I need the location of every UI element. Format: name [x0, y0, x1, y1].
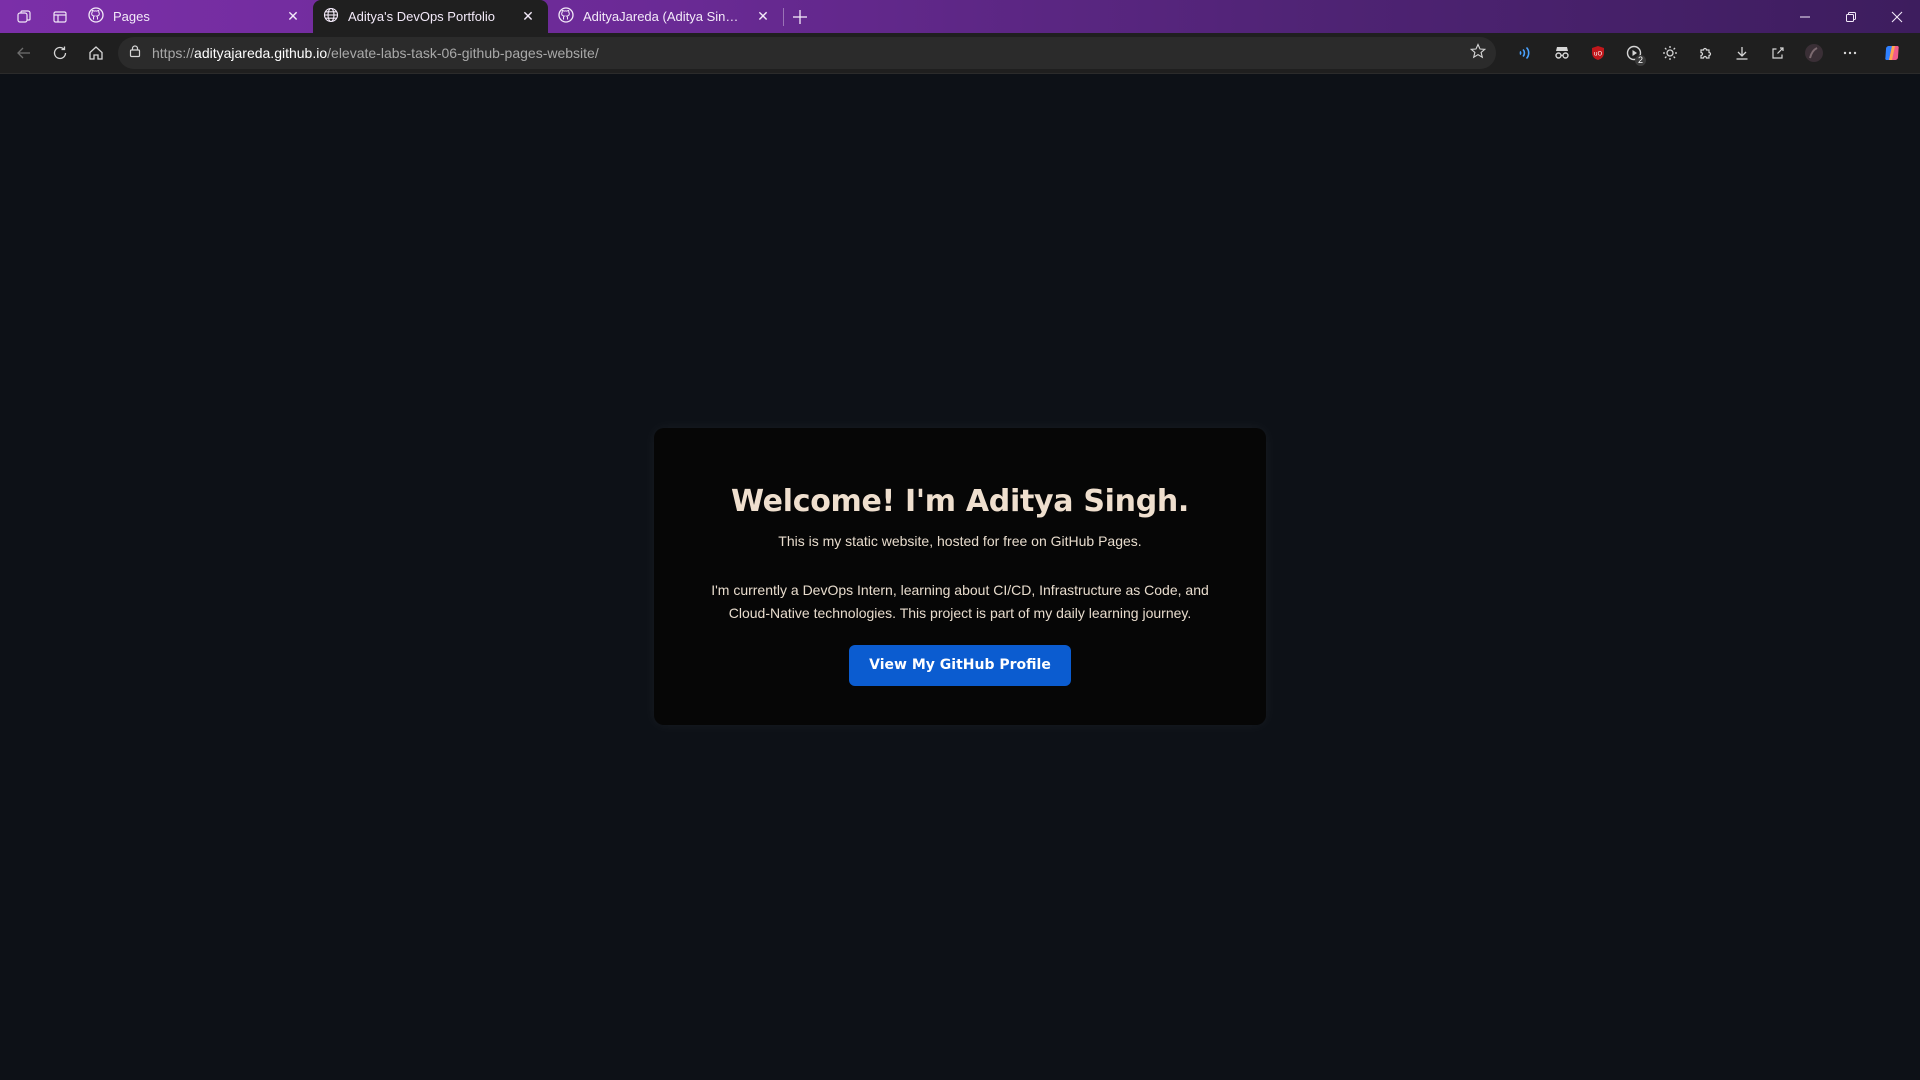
downloads-icon[interactable] [1724, 37, 1760, 69]
github-icon [88, 7, 104, 26]
intro-subtitle: This is my static website, hosted for fr… [778, 533, 1142, 549]
read-aloud-icon[interactable] [1508, 37, 1544, 69]
github-icon [558, 7, 574, 26]
extensions-area: uO 2 [1508, 37, 1910, 69]
page-title: Welcome! I'm Aditya Singh. [730, 484, 1190, 519]
refresh-button[interactable] [42, 37, 78, 69]
favorite-star-icon[interactable] [1469, 42, 1487, 64]
url-path: /elevate-labs-task-06-github-pages-websi… [327, 45, 599, 61]
close-icon[interactable]: ✕ [518, 7, 538, 27]
share-icon[interactable] [1760, 37, 1796, 69]
back-button[interactable] [6, 37, 42, 69]
tab-title: Aditya's DevOps Portfolio [348, 9, 495, 24]
restore-button[interactable] [1828, 0, 1874, 33]
tab-github-profile[interactable]: AdityaJareda (Aditya Singh) ✕ [548, 0, 783, 33]
close-icon[interactable]: ✕ [283, 7, 303, 27]
workspaces-icon[interactable] [6, 0, 42, 33]
tab-pages[interactable]: Pages ✕ [78, 0, 313, 33]
close-window-button[interactable] [1874, 0, 1920, 33]
incognito-extension-icon[interactable] [1544, 37, 1580, 69]
lock-icon[interactable] [128, 44, 142, 63]
intro-card: Welcome! I'm Aditya Singh. This is my st… [654, 428, 1266, 725]
page-viewport: Welcome! I'm Aditya Singh. This is my st… [0, 74, 1920, 1080]
tab-portfolio[interactable]: Aditya's DevOps Portfolio ✕ [313, 0, 548, 33]
media-extension-icon[interactable]: 2 [1616, 37, 1652, 69]
intro-description: I'm currently a DevOps Intern, learning … [711, 582, 1209, 621]
minimize-button[interactable] [1782, 0, 1828, 33]
url-text[interactable]: https://adityajareda.github.io/elevate-l… [152, 45, 1460, 61]
browser-toolbar: https://adityajareda.github.io/elevate-l… [0, 33, 1920, 74]
url-prefix: https:// [152, 45, 195, 61]
svg-text:uO: uO [1594, 51, 1603, 58]
home-button[interactable] [78, 37, 114, 69]
extensions-puzzle-icon[interactable] [1688, 37, 1724, 69]
copilot-icon[interactable] [1874, 37, 1910, 69]
tab-title: Pages [113, 9, 150, 24]
globe-icon [323, 7, 339, 26]
ublock-icon[interactable]: uO [1580, 37, 1616, 69]
extension-badge: 2 [1634, 55, 1646, 66]
address-bar[interactable]: https://adityajareda.github.io/elevate-l… [118, 37, 1496, 69]
new-tab-button[interactable] [784, 0, 816, 33]
window-controls [1782, 0, 1920, 33]
close-icon[interactable]: ✕ [753, 7, 773, 27]
tab-title: AdityaJareda (Aditya Singh) [583, 9, 744, 24]
vertical-tabs-icon[interactable] [42, 0, 78, 33]
more-options-icon[interactable] [1832, 37, 1868, 69]
url-host: adityajareda.github.io [194, 45, 328, 61]
profile-avatar[interactable] [1796, 37, 1832, 69]
browser-titlebar: Pages ✕ Aditya's DevOps Portfolio ✕ Adit… [0, 0, 1920, 33]
github-profile-button[interactable]: View My GitHub Profile [849, 645, 1071, 686]
dark-reader-icon[interactable] [1652, 37, 1688, 69]
